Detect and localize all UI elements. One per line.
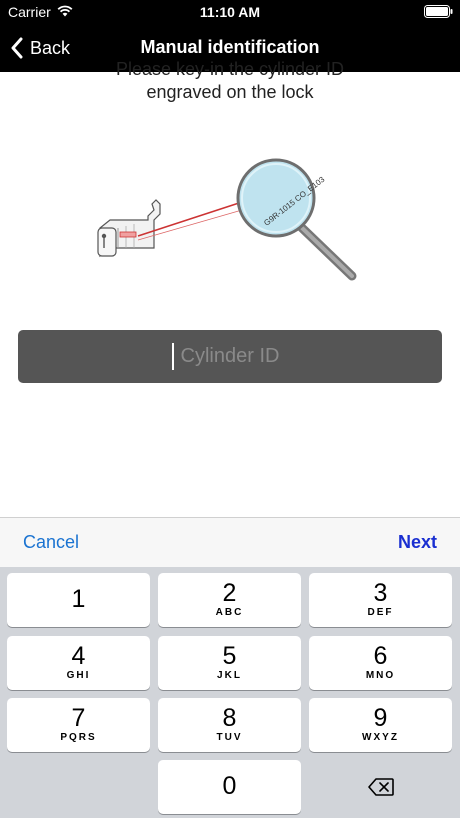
- key-0[interactable]: 0: [158, 760, 301, 814]
- key-2[interactable]: 2 ABC: [158, 573, 301, 627]
- key-digit: 1: [71, 585, 86, 613]
- key-6[interactable]: 6 MNO: [309, 636, 452, 690]
- key-digit: 2: [222, 579, 237, 607]
- key-digit: 5: [222, 642, 237, 670]
- key-1[interactable]: 1: [7, 573, 150, 627]
- key-letters: TUV: [216, 732, 243, 743]
- page-title: Manual identification: [140, 37, 320, 57]
- text-cursor: [172, 343, 174, 370]
- key-digit: 9: [373, 704, 388, 732]
- key-digit: 3: [373, 579, 388, 607]
- key-letters: JKL: [217, 670, 242, 681]
- status-bar: Carrier 11:10 AM: [0, 0, 460, 24]
- key-9[interactable]: 9 WXYZ: [309, 698, 452, 752]
- battery-icon: [424, 5, 453, 18]
- key-8[interactable]: 8 TUV: [158, 698, 301, 752]
- numeric-keypad: 1 2 ABC 3 DEF 4 GHI 5 JKL 6 MNO 7 PQRS 8…: [0, 567, 460, 818]
- key-digit: 4: [71, 642, 86, 670]
- key-7[interactable]: 7 PQRS: [7, 698, 150, 752]
- key-digit: 0: [222, 772, 237, 800]
- backspace-button[interactable]: [309, 760, 452, 814]
- lock-cylinder-icon: [97, 199, 161, 258]
- key-letters: ABC: [215, 607, 244, 618]
- status-time: 11:10 AM: [199, 4, 261, 20]
- key-letters: PQRS: [60, 732, 97, 743]
- keyboard-toolbar: Cancel Next: [0, 517, 460, 568]
- key-5[interactable]: 5 JKL: [158, 636, 301, 690]
- key-letters: WXYZ: [362, 732, 399, 743]
- key-4[interactable]: 4 GHI: [7, 636, 150, 690]
- magnifier-icon: G9R-1015 CO_E103: [236, 158, 357, 281]
- key-letters: DEF: [367, 607, 394, 618]
- next-button[interactable]: Next: [398, 532, 437, 553]
- key-digit: 7: [71, 704, 86, 732]
- instruction-line-1: Please key-in the cylinder ID: [115, 59, 345, 79]
- cylinder-illustration: G9R-1015 CO_E103: [97, 158, 357, 281]
- cancel-button[interactable]: Cancel: [23, 532, 79, 553]
- backspace-icon: [367, 778, 394, 796]
- key-digit: 8: [222, 704, 237, 732]
- cylinder-id-field[interactable]: [18, 330, 442, 383]
- key-3[interactable]: 3 DEF: [309, 573, 452, 627]
- key-digit: 6: [373, 642, 388, 670]
- instruction-text: Please key-in the cylinder ID engraved o…: [40, 58, 420, 104]
- key-letters: GHI: [66, 670, 91, 681]
- key-letters: MNO: [365, 670, 396, 681]
- instruction-line-2: engraved on the lock: [146, 82, 314, 102]
